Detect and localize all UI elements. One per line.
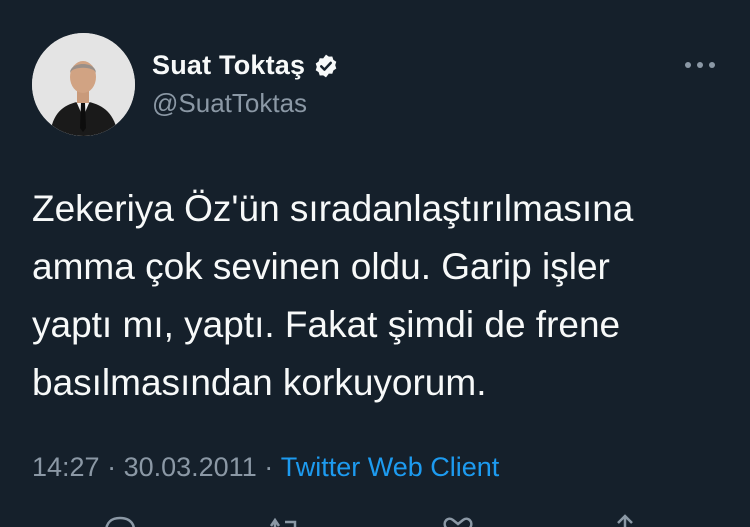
reply-icon[interactable] (100, 512, 140, 527)
like-icon[interactable] (438, 512, 478, 527)
more-horizontal-icon[interactable] (683, 58, 717, 72)
retweet-icon[interactable] (265, 512, 305, 527)
action-bar (0, 512, 750, 527)
tweet-card: Suat Toktaş @SuatToktas Zekeriya Öz'ün s… (0, 0, 750, 527)
meta-separator: · (99, 452, 124, 482)
display-name[interactable]: Suat Toktaş (152, 50, 305, 81)
handle[interactable]: @SuatToktas (152, 88, 307, 119)
tweet-text: Zekeriya Öz'ün sıradanlaştırılmasına amm… (32, 188, 634, 403)
avatar-image (32, 33, 135, 136)
tweet-date[interactable]: 30.03.2011 (124, 452, 257, 483)
author-name-row: Suat Toktaş (152, 50, 339, 81)
meta-separator: · (256, 452, 281, 482)
tweet-client-link[interactable]: Twitter Web Client (281, 452, 500, 483)
tweet-meta: 14:27 · 30.03.2011 · Twitter Web Client (32, 452, 499, 483)
verified-badge-icon (313, 53, 339, 79)
tweet-time[interactable]: 14:27 (32, 452, 100, 483)
share-icon[interactable] (605, 512, 645, 527)
avatar[interactable] (32, 33, 135, 136)
